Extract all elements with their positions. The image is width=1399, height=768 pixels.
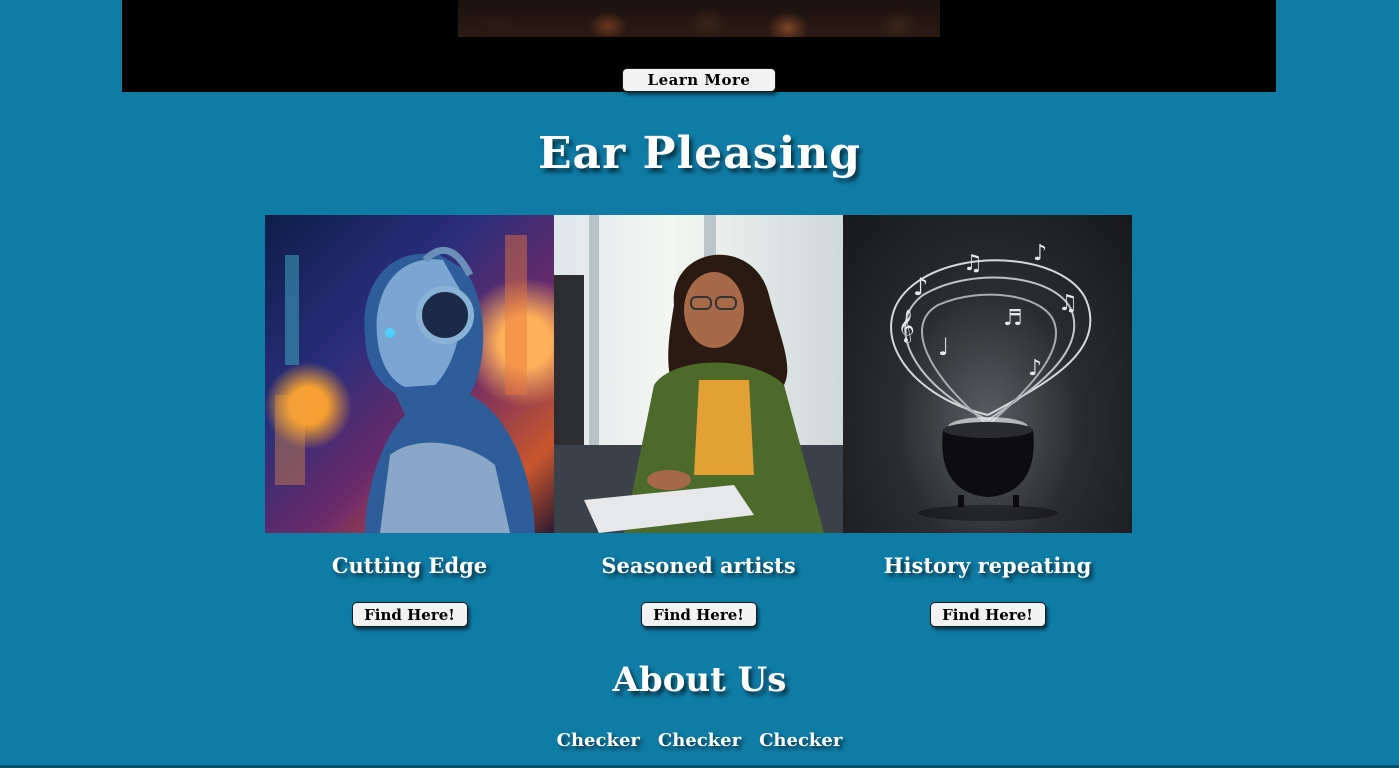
about-links: Checker Checker Checker (0, 730, 1399, 751)
svg-text:♫: ♫ (1058, 291, 1078, 316)
find-here-button[interactable]: Find Here! (929, 602, 1046, 627)
card-title: Cutting Edge (331, 553, 488, 578)
svg-text:♪: ♪ (913, 273, 928, 301)
hero-image (458, 0, 940, 37)
card-labels: Cutting Edge Find Here! Seasoned artists… (265, 553, 1132, 627)
card-title: Seasoned artists (601, 553, 796, 578)
checker-link[interactable]: Checker (557, 730, 640, 751)
card-title: History repeating (883, 553, 1092, 578)
card-cutting-edge: Cutting Edge Find Here! (265, 553, 554, 627)
hero-banner: Learn More (122, 0, 1276, 92)
svg-text:♩: ♩ (938, 333, 949, 361)
find-here-button[interactable]: Find Here! (351, 602, 468, 627)
svg-text:♫: ♫ (963, 251, 983, 276)
learn-more-button[interactable]: Learn More (622, 68, 776, 92)
robot-headphones-image (265, 215, 554, 533)
svg-text:♪: ♪ (1028, 356, 1042, 381)
checker-link[interactable]: Checker (759, 730, 842, 751)
checker-link[interactable]: Checker (658, 730, 741, 751)
about-us-title: About Us (612, 660, 787, 700)
section-title: Ear Pleasing (537, 128, 862, 179)
image-gallery: ♪ ♫ ♪ ♫ ♩ ♬ ♪ 𝄞 (265, 215, 1132, 533)
woman-at-computer-image (554, 215, 843, 533)
music-cauldron-image: ♪ ♫ ♪ ♫ ♩ ♬ ♪ 𝄞 (843, 215, 1132, 533)
card-history-repeating: History repeating Find Here! (843, 553, 1132, 627)
svg-text:♪: ♪ (1033, 241, 1047, 266)
svg-text:♬: ♬ (1003, 306, 1023, 331)
find-here-button[interactable]: Find Here! (640, 602, 757, 627)
card-seasoned-artists: Seasoned artists Find Here! (554, 553, 843, 627)
svg-text:𝄞: 𝄞 (898, 309, 915, 343)
